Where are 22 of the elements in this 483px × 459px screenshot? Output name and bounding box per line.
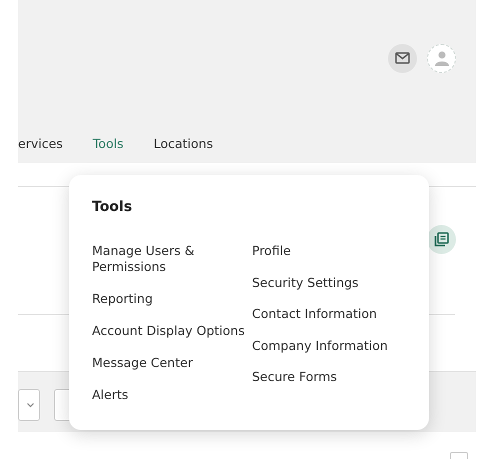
chevron-icon bbox=[27, 402, 34, 408]
menu-title: Tools bbox=[92, 199, 134, 215]
menu-link[interactable]: Secure Forms bbox=[252, 369, 402, 385]
menu-link[interactable]: Alerts bbox=[92, 387, 252, 403]
nav-tab[interactable]: ervices bbox=[18, 136, 63, 152]
menu-link[interactable]: Profile bbox=[252, 243, 402, 259]
menu-link[interactable]: Reporting bbox=[92, 291, 252, 307]
avatar-button[interactable] bbox=[427, 44, 456, 73]
menu-link[interactable]: Account Display Options bbox=[92, 323, 252, 339]
menu-link[interactable]: Manage Users & Permissions bbox=[92, 243, 252, 275]
menu-link[interactable]: Contact Information bbox=[252, 306, 402, 322]
menu-link[interactable]: Message Center bbox=[92, 355, 252, 371]
menu-link[interactable]: Security Settings bbox=[252, 274, 402, 290]
mail-icon bbox=[395, 52, 410, 64]
nav-tab[interactable]: Tools bbox=[92, 136, 124, 152]
user-icon bbox=[434, 50, 450, 66]
nav-tab[interactable]: Locations bbox=[154, 136, 213, 152]
dropdown-field[interactable] bbox=[18, 389, 40, 421]
notes-button[interactable] bbox=[427, 224, 456, 254]
menu-link[interactable]: Company Information bbox=[252, 338, 402, 354]
document-icon bbox=[434, 232, 449, 247]
mail-button[interactable] bbox=[388, 44, 417, 73]
